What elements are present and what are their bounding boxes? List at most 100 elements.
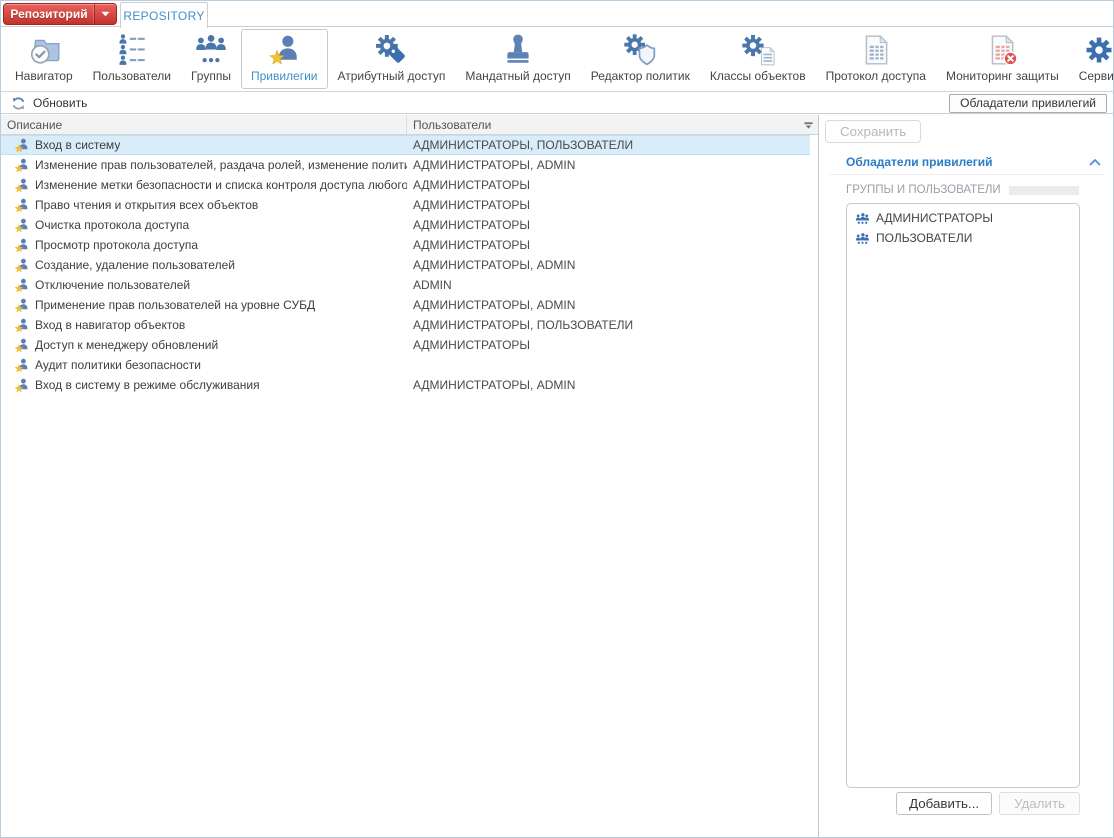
row-users: АДМИНИСТРАТОРЫ, ADMIN (413, 258, 576, 272)
ribbon-toolbar: Навигатор Пользователи Группы Привилегии Атр… (1, 27, 1113, 92)
refresh-button[interactable]: Обновить (5, 95, 93, 112)
mandatory-icon (501, 33, 535, 67)
row-users: АДМИНИСТРАТОРЫ, ADMIN (413, 298, 576, 312)
table-row[interactable]: Применение прав пользователей на уровне … (1, 295, 810, 315)
row-users: АДМИНИСТРАТОРЫ (413, 178, 531, 192)
ribbon-item-label: Пользователи (92, 69, 171, 83)
row-users: ADMIN (413, 278, 452, 292)
row-description: Вход в систему в режиме обслуживания (1, 375, 407, 395)
tab-repository[interactable]: REPOSITORY (120, 2, 208, 28)
remove-button[interactable]: Удалить (999, 792, 1080, 815)
member-label: ПОЛЬЗОВАТЕЛИ (876, 231, 973, 245)
attr-access-icon (374, 33, 408, 67)
table-row[interactable]: Вход в систему АДМИНИСТРАТОРЫ, ПОЛЬЗОВАТЕ… (1, 135, 810, 155)
table-row[interactable]: Аудит политики безопасности (1, 355, 810, 375)
ribbon-item-security-monitoring[interactable]: Мониторинг защиты (936, 29, 1069, 89)
row-description: Создание, удаление пользователей (1, 255, 407, 275)
top-tab-bar: Репозиторий REPOSITORY (1, 1, 1113, 28)
row-users: АДМИНИСТРАТОРЫ, ADMIN (413, 158, 576, 172)
ribbon-item-policy-editor[interactable]: Редактор политик (581, 29, 700, 89)
ribbon-item-label: Редактор политик (590, 69, 690, 83)
privilege-small-icon (15, 158, 30, 173)
privilege-small-icon (15, 318, 30, 333)
row-users: АДМИНИСТРАТОРЫ (413, 218, 531, 232)
ribbon-item-groups[interactable]: Группы (181, 29, 241, 89)
ribbon-item-label: Протокол доступа (825, 69, 926, 83)
ribbon-item-service[interactable]: Сервис (1069, 29, 1114, 89)
ribbon-item-users[interactable]: Пользователи (83, 29, 181, 89)
row-description: Очистка протокола доступа (1, 215, 407, 235)
table-body: Вход в систему АДМИНИСТРАТОРЫ, ПОЛЬЗОВАТЕ… (1, 135, 818, 837)
repository-menu-button[interactable]: Репозиторий (3, 3, 117, 25)
table-row[interactable]: Вход в навигатор объектов АДМИНИСТРАТОРЫ,… (1, 315, 810, 335)
ribbon-item-label: Мониторинг защиты (945, 69, 1059, 83)
add-button[interactable]: Добавить... (896, 792, 993, 815)
ribbon-item-navigator[interactable]: Навигатор (5, 29, 83, 89)
ribbon-item-attribute-access[interactable]: Атрибутный доступ (328, 29, 456, 89)
secondary-toolbar: Обновить Обладатели привилегий (1, 93, 1113, 114)
ribbon-item-label: Сервис (1078, 69, 1114, 83)
privilege-small-icon (15, 238, 30, 253)
ribbon-item-object-classes[interactable]: Классы объектов (700, 29, 816, 89)
row-users (407, 355, 810, 375)
refresh-icon (11, 96, 26, 111)
table-row[interactable]: Право чтения и открытия всех объектов АДМ… (1, 195, 810, 215)
caret-down-icon[interactable] (94, 4, 116, 24)
table-row[interactable]: Просмотр протокола доступа АДМИНИСТРАТОРЫ (1, 235, 810, 255)
table-row[interactable]: Создание, удаление пользователей АДМИНИСТ… (1, 255, 810, 275)
ribbon-item-label: Привилегии (250, 69, 318, 83)
row-users: АДМИНИСТРАТОРЫ (413, 198, 531, 212)
row-description: Применение прав пользователей на уровне … (1, 295, 407, 315)
row-description: Вход в систему (1, 135, 407, 155)
header-menu-icon[interactable] (801, 118, 815, 132)
navigator-icon (27, 33, 61, 67)
service-icon (1082, 33, 1114, 67)
ribbon-item-label: Группы (190, 69, 231, 83)
table-header: Описание Пользователи (1, 115, 818, 135)
row-description: Просмотр протокола доступа (1, 235, 407, 255)
table-row[interactable]: Изменение прав пользователей, раздача ро… (1, 155, 810, 175)
row-description: Аудит политики безопасности (1, 355, 407, 375)
row-users: АДМИНИСТРАТОРЫ, ПОЛЬЗОВАТЕЛИ (413, 138, 634, 152)
section-header[interactable]: Обладатели привилегий (819, 149, 1113, 175)
ribbon-item-mandatory-access[interactable]: Мандатный доступ (455, 29, 580, 89)
table-row[interactable]: Отключение пользователей ADMIN (1, 275, 810, 295)
privilege-small-icon (15, 198, 30, 213)
section-title: Обладатели привилегий (846, 155, 993, 169)
row-users: АДМИНИСТРАТОРЫ (413, 338, 531, 352)
group-small-icon (855, 212, 870, 225)
members-listbox[interactable]: АДМИНИСТРАТОРЫ ПОЛЬЗОВАТЕЛИ (846, 203, 1080, 788)
save-button[interactable]: Сохранить (825, 120, 922, 143)
tab-repository-label: REPOSITORY (123, 8, 205, 23)
member-list-item[interactable]: ПОЛЬЗОВАТЕЛИ (847, 228, 1079, 248)
column-header-users[interactable]: Пользователи (407, 115, 818, 134)
table-row[interactable]: Вход в систему в режиме обслуживания АДМИ… (1, 375, 810, 395)
ribbon-item-privileges[interactable]: Привилегии (240, 29, 328, 89)
row-description: Вход в навигатор объектов (1, 315, 407, 335)
ribbon-item-access-protocol[interactable]: Протокол доступа (816, 29, 936, 89)
section-separator (829, 174, 1103, 175)
chevron-up-icon[interactable] (1089, 158, 1101, 166)
ribbon-item-label: Атрибутный доступ (337, 69, 446, 83)
privilege-small-icon (15, 138, 30, 153)
users-icon (115, 33, 149, 67)
privilege-small-icon (15, 378, 30, 393)
privilege-small-icon (15, 178, 30, 193)
privilege-small-icon (15, 298, 30, 313)
application-window: Репозиторий REPOSITORY Навигатор Пользова… (0, 0, 1114, 838)
privileges-icon (267, 33, 301, 67)
privilege-small-icon (15, 278, 30, 293)
label-filler-bar (1008, 185, 1079, 195)
column-header-description[interactable]: Описание (1, 115, 407, 134)
ribbon-item-label: Мандатный доступ (465, 69, 571, 83)
row-description: Доступ к менеджеру обновлений (1, 335, 407, 355)
privilege-small-icon (15, 218, 30, 233)
table-row[interactable]: Доступ к менеджеру обновлений АДМИНИСТРАТ… (1, 335, 810, 355)
table-row[interactable]: Изменение метки безопасности и списка ко… (1, 175, 810, 195)
member-list-item[interactable]: АДМИНИСТРАТОРЫ (847, 208, 1079, 228)
privilege-holders-toggle-button[interactable]: Обладатели привилегий (949, 93, 1107, 113)
ribbon-item-label: Классы объектов (709, 69, 806, 83)
table-row[interactable]: Очистка протокола доступа АДМИНИСТРАТОРЫ (1, 215, 810, 235)
group-small-icon (855, 232, 870, 245)
row-description: Отключение пользователей (1, 275, 407, 295)
